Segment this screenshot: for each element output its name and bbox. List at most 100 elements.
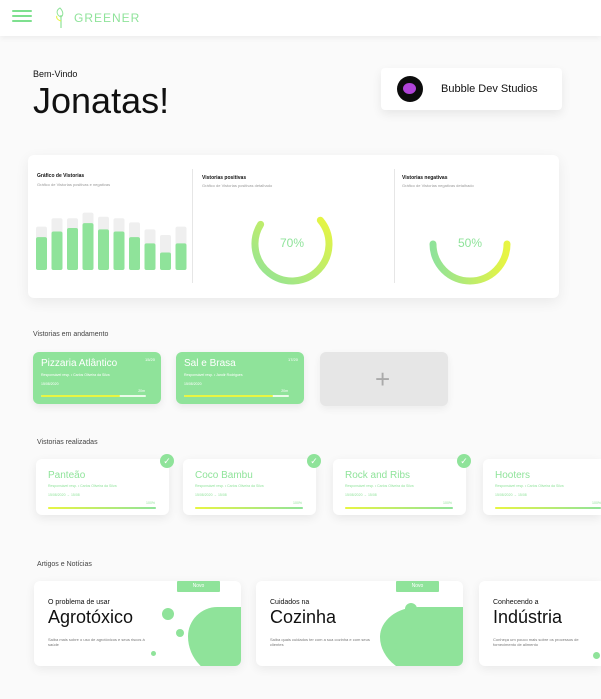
divider <box>394 169 395 283</box>
negative-title: Vistorias negativas <box>402 175 448 181</box>
article-excerpt: Conheça um pouco mais sobre os processos… <box>493 637 579 648</box>
progress-bar <box>195 507 303 509</box>
card-date: 15/08/2020 → 15/08 <box>195 493 227 497</box>
card-quantity: 100% <box>293 501 302 505</box>
card-responsible: Responsável resp. • Carlos Oliveira da S… <box>345 484 414 488</box>
progress-bar <box>41 395 146 397</box>
decorative-dot <box>176 629 184 637</box>
decorative-blob <box>188 607 241 666</box>
articles-section-title: Artigos e Notícias <box>37 561 92 568</box>
positive-arc <box>251 216 333 285</box>
done-card[interactable]: ✓ Rock and Ribs Responsável resp. • Carl… <box>333 454 471 515</box>
card-date: 15/08/2020 <box>41 382 59 386</box>
article-card[interactable]: Novo Cuidados na Cozinha Saiba quais cui… <box>256 581 463 666</box>
positive-value: 70% <box>280 236 304 250</box>
card-quantity: 100% <box>443 501 452 505</box>
bar-positive <box>160 252 171 270</box>
card-date: 15/08/2020 → 15/08 <box>48 493 80 497</box>
chart-subtitle: Gráfico de Vistorias positivas e negativ… <box>37 182 111 187</box>
card-responsible: Responsável resp. • Carlos Oliveira da S… <box>195 484 264 488</box>
positive-gauge: 70% <box>251 216 333 285</box>
positive-title: Vistorias positivas <box>202 175 247 181</box>
card-quantity: 100% <box>146 501 155 505</box>
brand-name: GREENER <box>74 11 141 25</box>
check-icon: ✓ <box>160 454 174 468</box>
decorative-dot <box>593 652 600 659</box>
article-title: Indústria <box>493 607 563 627</box>
card-quantity: 20m <box>138 389 145 393</box>
stats-panel: Gráfico de Vistorias Gráfico de Vistoria… <box>28 155 559 298</box>
studio-name: Bubble Dev Studios <box>441 83 538 95</box>
article-excerpt: Saiba mais sobre o uso de agrotóxicos e … <box>48 637 145 648</box>
decorative-dot <box>162 608 174 620</box>
decorative-dot <box>392 643 399 650</box>
ongoing-card[interactable]: Pizzaria Atlântico 15/20 Responsável res… <box>33 352 161 404</box>
card-responsible: Responsável resp. • Jandir Rodrigues <box>184 373 243 377</box>
article-card[interactable]: Conhecendo a Indústria Conheça um pouco … <box>479 581 601 666</box>
ongoing-section-title: Vistorias em andamento <box>33 331 109 338</box>
ongoing-card[interactable]: Sal e Brasa 17/20 Responsável resp. • Ja… <box>176 352 304 404</box>
article-title: Cozinha <box>270 607 337 627</box>
bar-positive <box>51 231 63 270</box>
card-progress-label: 15/20 <box>144 357 155 362</box>
card-date: 15/08/2020 → 15/08 <box>345 493 377 497</box>
add-inspection-button[interactable]: + <box>320 352 448 406</box>
check-icon: ✓ <box>457 454 471 468</box>
decorative-dot <box>411 626 419 634</box>
progress-bar <box>184 395 289 397</box>
done-card[interactable]: ✓ Coco Bambu Responsável resp. • Carlos … <box>183 454 321 515</box>
card-responsible: Responsável resp. • Carlos Oliveira da S… <box>41 373 110 377</box>
bar-positive <box>98 229 109 270</box>
card-quantity: 100% <box>592 501 601 505</box>
bar-positive <box>175 243 187 270</box>
bar-positive <box>144 243 156 270</box>
card-title: Rock and Ribs <box>345 470 411 481</box>
article-card[interactable]: Novo O problema de usar Agrotóxico Saiba… <box>34 581 241 666</box>
article-kicker: O problema de usar <box>48 599 110 606</box>
card-title: Coco Bambu <box>195 470 253 481</box>
studio-logo <box>397 76 423 102</box>
leaf-icon <box>56 7 64 28</box>
top-bar: GREENER <box>0 0 601 36</box>
brand[interactable]: GREENER <box>54 6 140 30</box>
bar-positive <box>113 231 125 270</box>
article-title: Agrotóxico <box>48 607 134 627</box>
done-card[interactable]: Hooters Responsável resp. • Carlos Olive… <box>483 459 601 515</box>
card-title: Panteão <box>48 470 86 481</box>
welcome-user-name: Jonatas! <box>33 80 170 121</box>
progress-bar <box>48 507 156 509</box>
article-kicker: Cuidados na <box>270 599 310 606</box>
card-title: Sal e Brasa <box>184 358 236 369</box>
card-title: Hooters <box>495 470 531 481</box>
negative-subtitle: Gráfico de Vistorias negativas detalhado <box>402 183 474 188</box>
negative-value: 50% <box>458 236 482 250</box>
card-responsible: Responsável resp. • Carlos Oliveira da S… <box>495 484 564 488</box>
new-badge: Novo <box>177 581 220 592</box>
bar-positive <box>129 237 140 270</box>
studio-card[interactable]: Bubble Dev Studios <box>381 68 562 110</box>
bar-positive <box>82 223 94 270</box>
decorative-blob <box>380 607 463 666</box>
card-responsible: Responsável resp. • Carlos Oliveira da S… <box>48 484 117 488</box>
card-date: 15/08/2020 → 15/08 <box>495 493 527 497</box>
inspections-bar-chart <box>36 212 187 270</box>
check-icon: ✓ <box>307 454 321 468</box>
card-date: 15/08/2020 <box>184 382 202 386</box>
decorative-dot <box>405 603 417 615</box>
card-title: Pizzaria Atlântico <box>41 358 118 369</box>
menu-icon[interactable] <box>12 10 32 24</box>
bar-positive <box>36 237 47 270</box>
new-badge: Novo <box>396 581 439 592</box>
bar-positive <box>67 228 78 270</box>
done-card[interactable]: ✓ Panteão Responsável resp. • Carlos Oli… <box>36 454 174 515</box>
done-section-title: Vistorias realizadas <box>37 439 98 446</box>
decorative-dot <box>151 651 156 656</box>
article-kicker: Conhecendo a <box>493 599 539 606</box>
chart-title: Gráfico de Vistorias <box>37 173 85 179</box>
plus-icon: + <box>375 364 391 394</box>
positive-subtitle: Gráfico de Vistorias positivas detalhado <box>202 183 273 188</box>
card-progress-label: 17/20 <box>287 357 298 362</box>
card-quantity: 20m <box>281 389 288 393</box>
progress-bar <box>345 507 453 509</box>
progress-bar <box>495 507 601 509</box>
